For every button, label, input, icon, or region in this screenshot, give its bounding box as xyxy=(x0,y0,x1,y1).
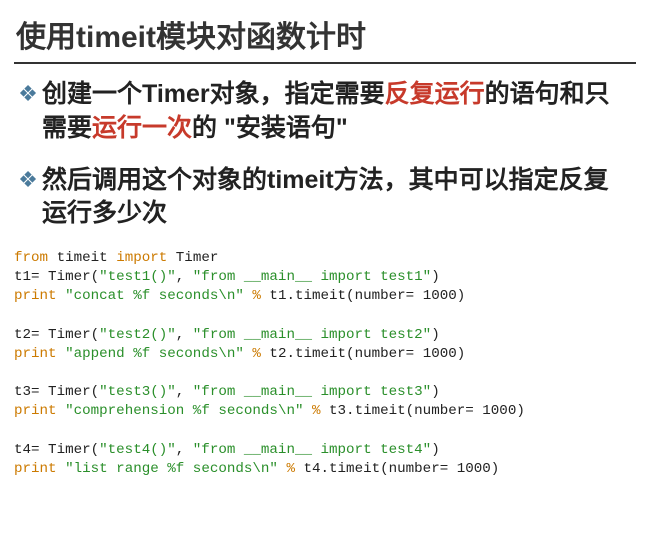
code-token: "test3()" xyxy=(99,384,176,400)
code-token: print xyxy=(14,288,57,304)
code-blank xyxy=(14,423,23,439)
title-divider xyxy=(14,62,636,64)
code-token: "from __main__ import test2" xyxy=(193,327,431,343)
code-token: "test2()" xyxy=(99,327,176,343)
code-block: from timeit import Timer t1= Timer("test… xyxy=(14,249,636,479)
diamond-bullet-icon: ❖ xyxy=(14,78,42,146)
code-token: from xyxy=(14,250,48,266)
code-token: % xyxy=(286,461,295,477)
code-token: t1.timeit(number= xyxy=(261,288,423,304)
code-token: timeit xyxy=(48,250,116,266)
code-token: 1000 xyxy=(423,346,457,362)
code-token: "from __main__ import test1" xyxy=(193,269,431,285)
code-token: Timer xyxy=(167,250,218,266)
code-token: t1= Timer( xyxy=(14,269,99,285)
code-token: t4= Timer( xyxy=(14,442,99,458)
code-token: print xyxy=(14,346,57,362)
bullet-1-kw2: 运行一次 xyxy=(92,114,192,142)
code-token: ) xyxy=(457,346,466,362)
code-token: , xyxy=(176,442,193,458)
code-token: ) xyxy=(431,269,440,285)
code-token: % xyxy=(312,403,321,419)
code-token: t3= Timer( xyxy=(14,384,99,400)
bullet-1-kw1: 反复运行 xyxy=(385,80,485,108)
code-token: ) xyxy=(491,461,500,477)
code-token: "append %f seconds\n" xyxy=(57,346,253,362)
slide: 使用timeit模块对函数计时 ❖ 创建一个Timer对象，指定需要反复运行的语… xyxy=(0,0,650,497)
code-token: print xyxy=(14,403,57,419)
code-token: % xyxy=(252,288,261,304)
code-token: import xyxy=(116,250,167,266)
code-token: ) xyxy=(431,384,440,400)
code-token: 1000 xyxy=(482,403,516,419)
bullet-2-text: 然后调用这个对象的timeit方法，其中可以指定反复运行多少次 xyxy=(42,164,628,232)
code-token: "concat %f seconds\n" xyxy=(57,288,253,304)
slide-title: 使用timeit模块对函数计时 xyxy=(16,12,636,56)
code-blank xyxy=(14,365,23,381)
code-token: "test1()" xyxy=(99,269,176,285)
code-token: "from __main__ import test3" xyxy=(193,384,431,400)
code-token: "list range %f seconds\n" xyxy=(57,461,287,477)
bullet-2: ❖ 然后调用这个对象的timeit方法，其中可以指定反复运行多少次 xyxy=(14,164,636,232)
code-token: 1000 xyxy=(423,288,457,304)
code-token: , xyxy=(176,384,193,400)
code-token: "from __main__ import test4" xyxy=(193,442,431,458)
bullet-1-text: 创建一个Timer对象，指定需要反复运行的语句和只需要运行一次的 "安装语句" xyxy=(42,78,628,146)
code-token: t2.timeit(number= xyxy=(261,346,423,362)
code-token: 1000 xyxy=(457,461,491,477)
bullet-1-pre1: 创建一个Timer对象，指定需要 xyxy=(42,80,385,108)
code-token: t2= Timer( xyxy=(14,327,99,343)
code-token: "test4()" xyxy=(99,442,176,458)
code-token: ) xyxy=(516,403,525,419)
code-token: t4.timeit(number= xyxy=(295,461,457,477)
bullet-1: ❖ 创建一个Timer对象，指定需要反复运行的语句和只需要运行一次的 "安装语句… xyxy=(14,78,636,146)
code-token: ) xyxy=(457,288,466,304)
code-token: ) xyxy=(431,327,440,343)
code-token: print xyxy=(14,461,57,477)
code-token: , xyxy=(176,327,193,343)
diamond-bullet-icon: ❖ xyxy=(14,164,42,232)
code-token: % xyxy=(252,346,261,362)
bullet-1-post: 的 "安装语句" xyxy=(192,114,348,142)
code-token: , xyxy=(176,269,193,285)
code-token: t3.timeit(number= xyxy=(321,403,483,419)
code-token: "comprehension %f seconds\n" xyxy=(57,403,312,419)
code-token: ) xyxy=(431,442,440,458)
code-blank xyxy=(14,308,23,324)
